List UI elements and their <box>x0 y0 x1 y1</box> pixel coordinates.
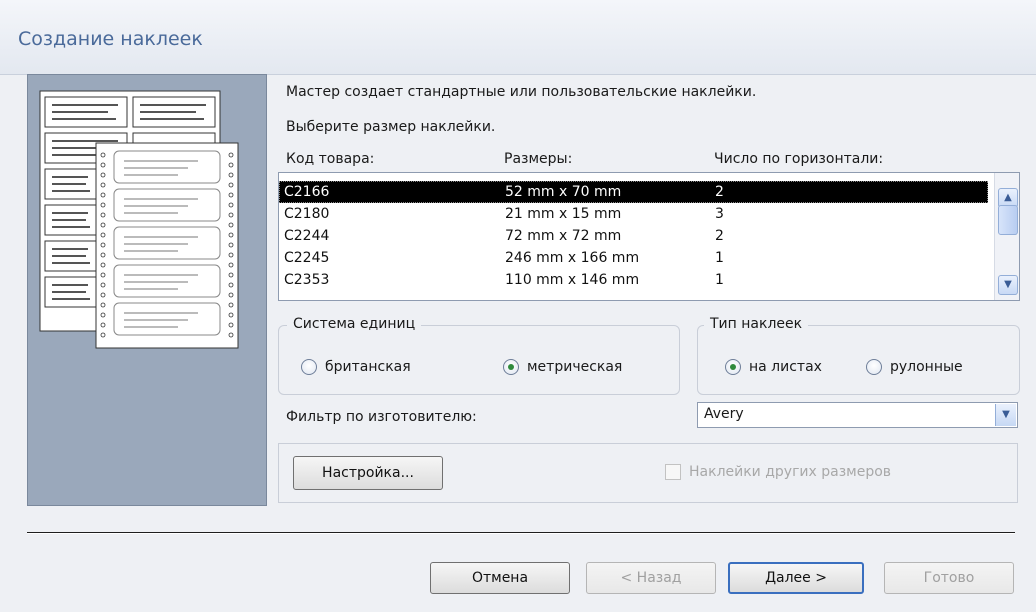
manufacturer-filter-value: Avery <box>704 406 744 422</box>
manufacturer-filter-label: Фильтр по изготовителю: <box>286 409 477 425</box>
dropdown-arrow-icon[interactable]: ▼ <box>995 404 1016 426</box>
radio-sheet-icon[interactable] <box>725 359 741 375</box>
back-button[interactable]: < Назад <box>586 562 716 594</box>
window-title: Создание наклеек <box>18 28 203 50</box>
label-sheet-illustration-icon <box>27 74 267 506</box>
units-group: Система единиц британская метрическая <box>278 316 680 395</box>
units-group-title: Система единиц <box>287 316 422 332</box>
label-type-group: Тип наклеек на листах рулонные <box>697 316 1020 395</box>
custom-sizes-checkbox-box[interactable] <box>665 464 681 480</box>
finish-button[interactable]: Готово <box>884 562 1014 594</box>
cancel-button[interactable]: Отмена <box>430 562 570 594</box>
radio-roll[interactable]: рулонные <box>866 359 963 375</box>
scroll-thumb[interactable] <box>998 205 1018 235</box>
customize-button[interactable]: Настройка... <box>293 456 443 490</box>
title-bar: Создание наклеек <box>0 0 1036 75</box>
column-header-code: Код товара: <box>286 151 375 167</box>
customize-panel: Настройка... <box>278 443 1018 503</box>
intro-text: Мастер создает стандартные или пользоват… <box>286 84 757 100</box>
list-item[interactable]: C2244 72 mm x 72 mm 2 <box>279 225 988 247</box>
label-type-group-title: Тип наклеек <box>704 316 809 332</box>
radio-metric[interactable]: метрическая <box>503 359 622 375</box>
list-item[interactable]: C2353 110 mm x 146 mm 1 <box>279 269 988 291</box>
list-scrollbar[interactable]: ▲ ▼ <box>994 173 1019 300</box>
scroll-down-icon[interactable]: ▼ <box>998 275 1018 295</box>
next-button[interactable]: Далее > <box>728 562 864 594</box>
radio-imperial-icon[interactable] <box>301 359 317 375</box>
column-header-across: Число по горизонтали: <box>714 151 884 167</box>
list-item[interactable]: C2245 246 mm x 166 mm 1 <box>279 247 988 269</box>
manufacturer-filter-select[interactable]: Avery ▼ <box>697 402 1018 428</box>
radio-sheet[interactable]: на листах <box>725 359 822 375</box>
list-item[interactable]: C2180 21 mm x 15 mm 3 <box>279 203 988 225</box>
radio-imperial[interactable]: британская <box>301 359 411 375</box>
radio-roll-icon[interactable] <box>866 359 882 375</box>
radio-metric-icon[interactable] <box>503 359 519 375</box>
instruction-text: Выберите размер наклейки. <box>286 119 496 135</box>
custom-sizes-checkbox[interactable]: Наклейки других размеров <box>665 464 891 480</box>
footer-separator-highlight <box>27 533 1015 534</box>
column-header-size: Размеры: <box>504 151 573 167</box>
label-size-list[interactable]: C2166 52 mm x 70 mm 2 C2180 21 mm x 15 m… <box>278 172 1020 301</box>
list-item[interactable]: C2166 52 mm x 70 mm 2 <box>279 181 988 203</box>
